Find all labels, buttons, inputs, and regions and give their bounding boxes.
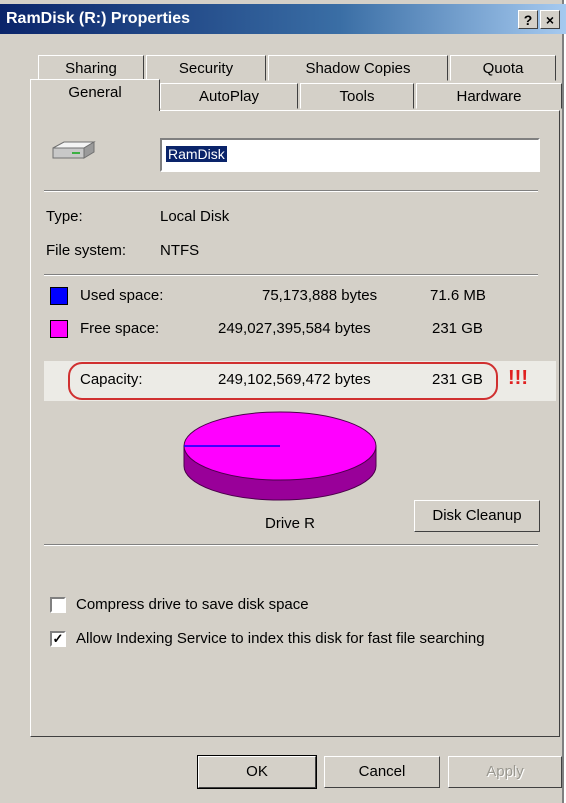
divider	[44, 190, 538, 192]
compress-label[interactable]: Compress drive to save disk space	[76, 596, 309, 613]
volume-name-field[interactable]: RamDisk	[160, 138, 540, 172]
disk-usage-pie-chart	[183, 411, 377, 501]
used-space-size: 71.6 MB	[430, 287, 486, 304]
used-space-bytes: 75,173,888 bytes	[262, 287, 378, 304]
tab-autoplay[interactable]: AutoPlay	[160, 83, 298, 109]
drive-label: Drive R	[265, 515, 316, 532]
apply-button[interactable]: Apply	[448, 756, 562, 788]
title-bar[interactable]: RamDisk (R:) Properties ? ×	[0, 4, 566, 34]
divider	[44, 274, 538, 276]
tab-tools[interactable]: Tools	[300, 83, 414, 109]
used-space-swatch	[50, 287, 68, 305]
type-label: Type:	[46, 208, 83, 225]
free-space-bytes: 249,027,395,584 bytes	[218, 320, 371, 337]
ok-button[interactable]: OK	[197, 755, 317, 789]
cancel-button[interactable]: Cancel	[324, 756, 440, 788]
disk-cleanup-button[interactable]: Disk Cleanup	[414, 500, 540, 532]
window-title: RamDisk (R:) Properties	[6, 10, 191, 27]
type-value: Local Disk	[160, 208, 230, 225]
tab-hardware[interactable]: Hardware	[416, 83, 562, 109]
close-button[interactable]: ×	[540, 10, 560, 29]
indexing-checkbox[interactable]: ✓	[50, 631, 66, 647]
capacity-size: 231 GB	[432, 371, 483, 388]
indexing-label[interactable]: Allow Indexing Service to index this dis…	[76, 630, 485, 647]
properties-dialog: RamDisk (R:) Properties ? × Sharing Secu…	[0, 0, 566, 803]
tab-general[interactable]: General	[30, 79, 160, 111]
tab-sharing[interactable]: Sharing	[38, 55, 144, 81]
tab-shadow-copies[interactable]: Shadow Copies	[268, 55, 448, 81]
free-space-size: 231 GB	[432, 320, 483, 337]
free-space-label: Free space:	[80, 320, 160, 337]
capacity-label: Capacity:	[80, 371, 143, 388]
drive-icon	[52, 141, 96, 159]
filesystem-value: NTFS	[160, 242, 200, 259]
help-button[interactable]: ?	[518, 10, 538, 29]
tab-quota[interactable]: Quota	[450, 55, 556, 81]
used-space-label: Used space:	[80, 287, 164, 304]
filesystem-label: File system:	[46, 242, 127, 259]
exclamation-annotation: !!!	[508, 367, 528, 389]
capacity-bytes: 249,102,569,472 bytes	[218, 371, 371, 388]
divider	[44, 544, 538, 546]
free-space-swatch	[50, 320, 68, 338]
volume-name-text: RamDisk	[166, 146, 227, 162]
tab-security[interactable]: Security	[146, 55, 266, 81]
compress-checkbox[interactable]	[50, 597, 66, 613]
